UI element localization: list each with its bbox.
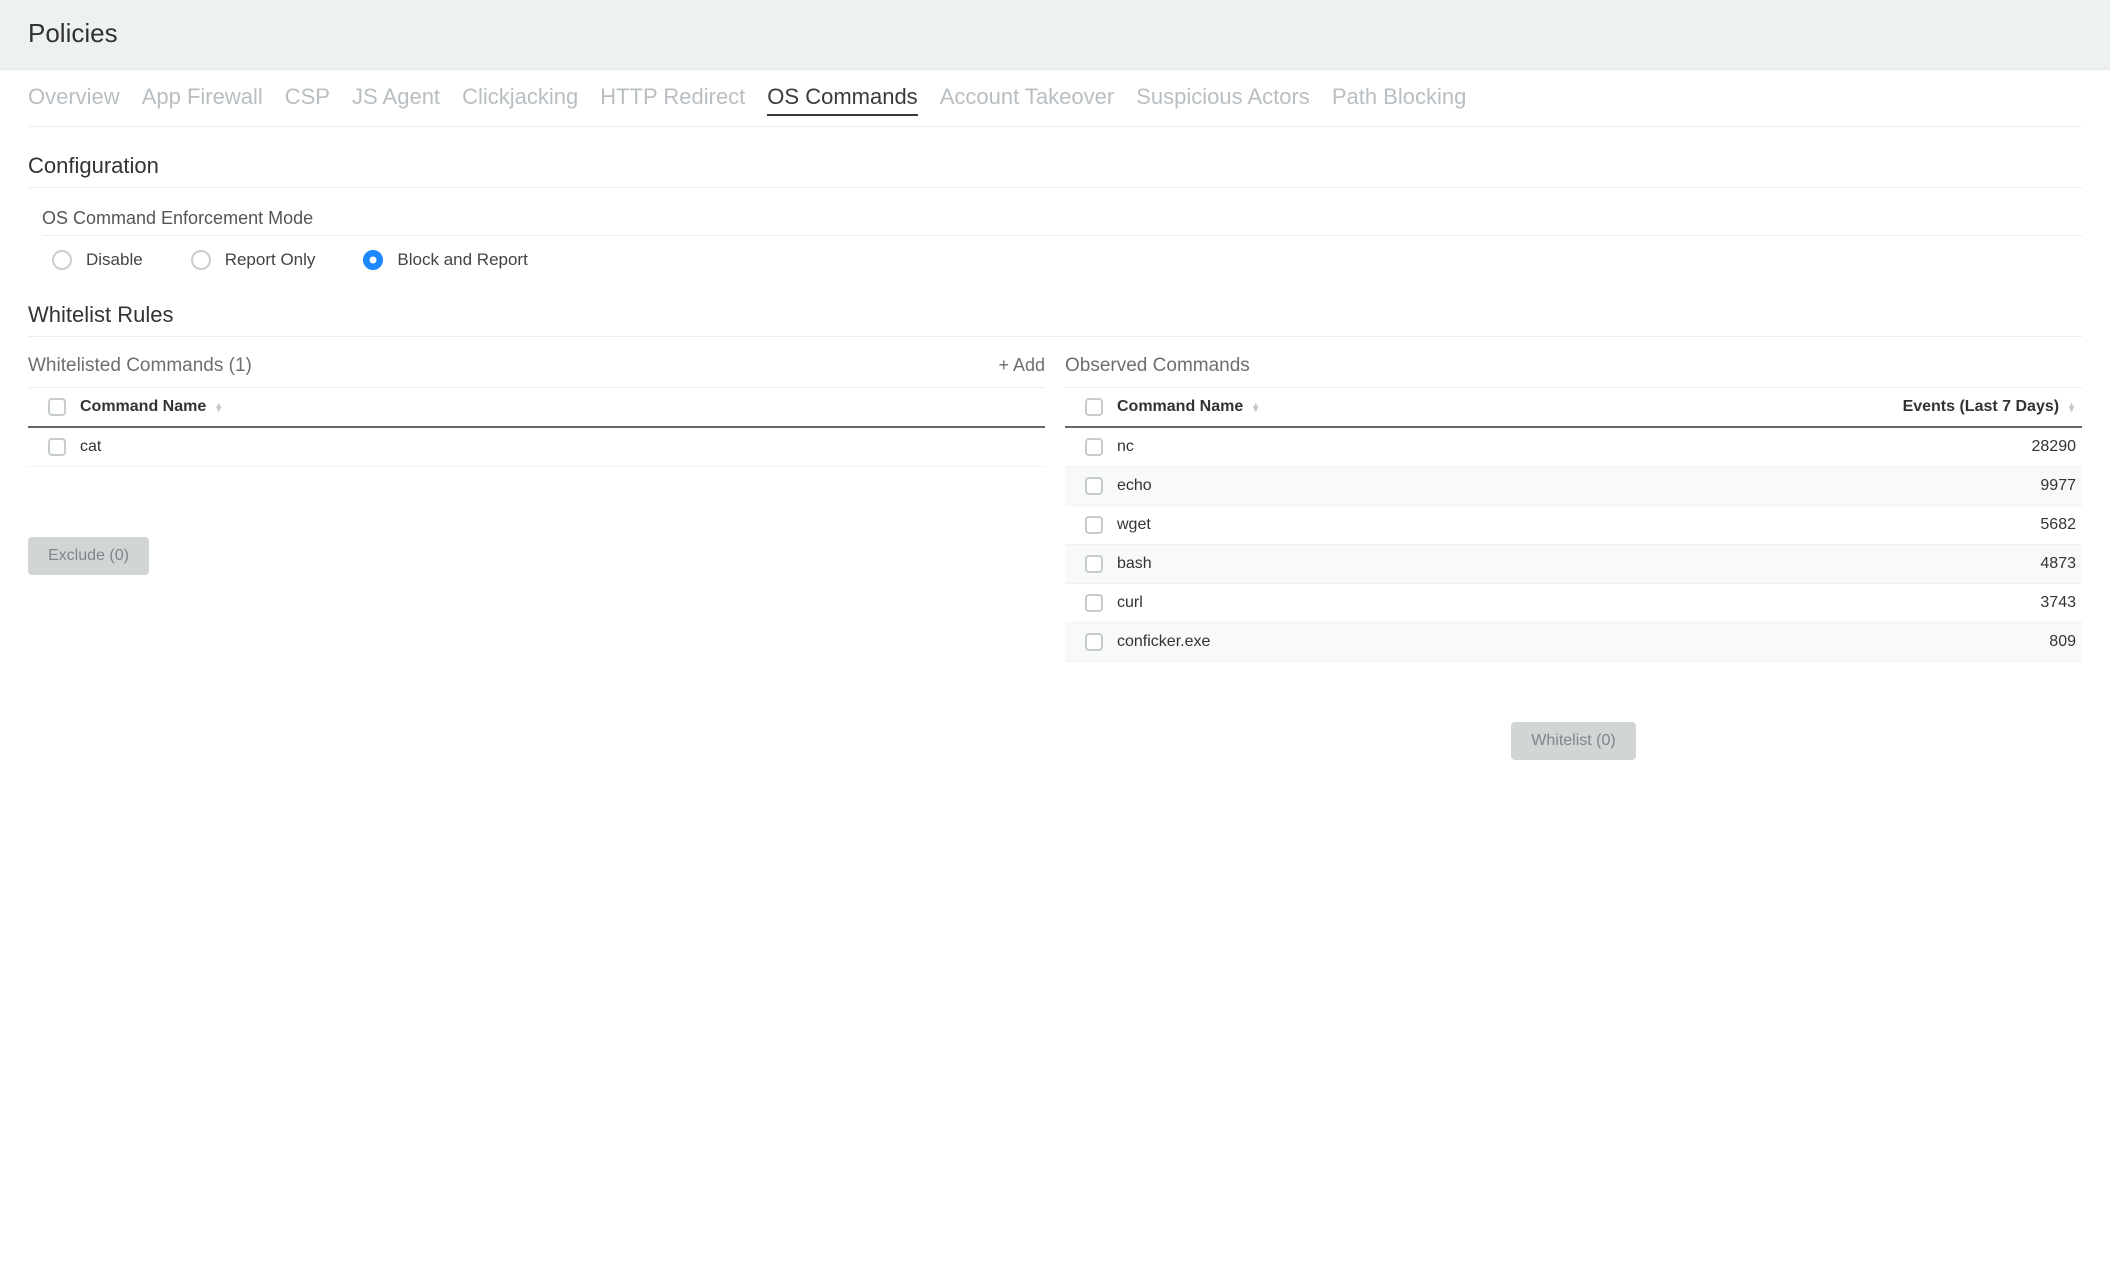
row-checkbox[interactable]	[1085, 633, 1103, 651]
exclude-button[interactable]: Exclude (0)	[28, 537, 149, 575]
radio-disable[interactable]: Disable	[52, 250, 143, 270]
whitelist-select-all-checkbox[interactable]	[48, 398, 66, 416]
observed-panel-title: Observed Commands	[1065, 355, 1250, 377]
row-events: 9977	[1886, 477, 2076, 495]
radio-icon	[52, 250, 72, 270]
sort-icon: ▲▼	[1251, 403, 1260, 411]
tab-bar: Overview App Firewall CSP JS Agent Clickjack…	[28, 70, 2082, 127]
row-name: bash	[1117, 555, 1886, 573]
radio-label: Report Only	[225, 250, 316, 270]
tab-clickjacking[interactable]: Clickjacking	[462, 84, 578, 114]
table-row: curl3743	[1065, 584, 2082, 623]
row-checkbox[interactable]	[1085, 477, 1103, 495]
observed-col-events[interactable]: Events (Last 7 Days) ▲▼	[1886, 398, 2076, 416]
row-events: 809	[1886, 633, 2076, 651]
whitelist-table-header: Command Name ▲▼	[28, 388, 1045, 428]
tab-js-agent[interactable]: JS Agent	[352, 84, 440, 114]
row-events: 5682	[1886, 516, 2076, 534]
enforcement-mode-options: Disable Report Only Block and Report	[42, 236, 2082, 274]
table-row: nc28290	[1065, 428, 2082, 467]
radio-block-and-report[interactable]: Block and Report	[363, 250, 527, 270]
row-events: 28290	[1886, 438, 2076, 456]
radio-icon	[191, 250, 211, 270]
tab-account-takeover[interactable]: Account Takeover	[940, 84, 1114, 114]
row-checkbox[interactable]	[48, 438, 66, 456]
tab-http-redirect[interactable]: HTTP Redirect	[600, 84, 745, 114]
sort-icon: ▲▼	[214, 403, 223, 411]
table-row: cat	[28, 428, 1045, 467]
tab-path-blocking[interactable]: Path Blocking	[1332, 84, 1467, 114]
observed-table-header: Command Name ▲▼ Events (Last 7 Days) ▲▼	[1065, 388, 2082, 428]
whitelist-col-name[interactable]: Command Name ▲▼	[80, 398, 1039, 416]
whitelisted-panel-title: Whitelisted Commands (1)	[28, 355, 252, 377]
table-row: echo9977	[1065, 467, 2082, 506]
radio-label: Disable	[86, 250, 143, 270]
radio-icon	[363, 250, 383, 270]
tab-os-commands[interactable]: OS Commands	[767, 84, 917, 116]
section-configuration: Configuration	[28, 153, 2082, 188]
table-row: conficker.exe809	[1065, 623, 2082, 662]
row-checkbox[interactable]	[1085, 438, 1103, 456]
row-name: curl	[1117, 594, 1886, 612]
tab-overview[interactable]: Overview	[28, 84, 120, 114]
page-header: Policies	[0, 0, 2110, 70]
row-name: echo	[1117, 477, 1886, 495]
enforcement-mode-label: OS Command Enforcement Mode	[42, 208, 2082, 236]
tab-app-firewall[interactable]: App Firewall	[142, 84, 263, 114]
row-events: 3743	[1886, 594, 2076, 612]
tab-csp[interactable]: CSP	[285, 84, 330, 114]
row-checkbox[interactable]	[1085, 594, 1103, 612]
row-checkbox[interactable]	[1085, 555, 1103, 573]
observed-select-all-checkbox[interactable]	[1085, 398, 1103, 416]
tab-suspicious-actors[interactable]: Suspicious Actors	[1136, 84, 1310, 114]
row-name: nc	[1117, 438, 1886, 456]
row-events: 4873	[1886, 555, 2076, 573]
table-row: bash4873	[1065, 545, 2082, 584]
sort-icon: ▲▼	[2067, 403, 2076, 411]
whitelist-button[interactable]: Whitelist (0)	[1511, 722, 1635, 760]
radio-report-only[interactable]: Report Only	[191, 250, 316, 270]
observed-col-name[interactable]: Command Name ▲▼	[1117, 398, 1886, 416]
add-whitelist-button[interactable]: + Add	[998, 355, 1045, 376]
table-row: wget5682	[1065, 506, 2082, 545]
section-whitelist: Whitelist Rules	[28, 302, 2082, 337]
row-checkbox[interactable]	[1085, 516, 1103, 534]
radio-label: Block and Report	[397, 250, 527, 270]
row-name: wget	[1117, 516, 1886, 534]
page-title: Policies	[28, 18, 2082, 49]
row-name: cat	[80, 438, 1039, 456]
row-name: conficker.exe	[1117, 633, 1886, 651]
